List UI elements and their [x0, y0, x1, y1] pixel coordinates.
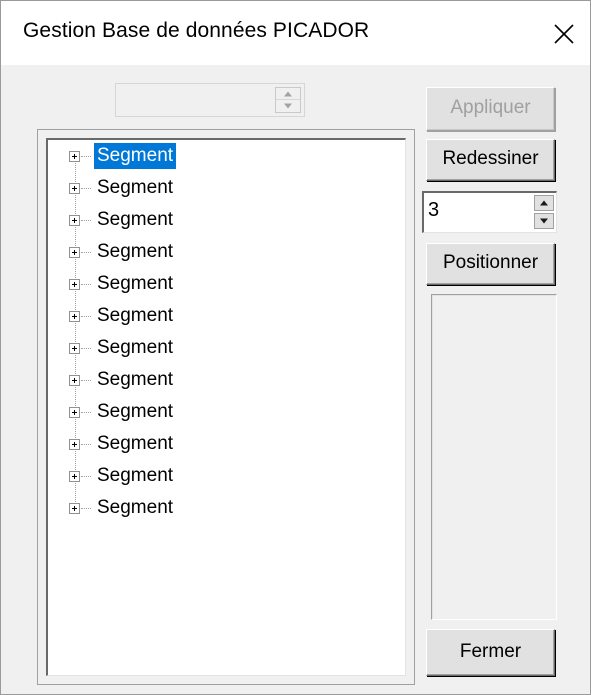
plus-box-icon[interactable]	[69, 503, 80, 514]
apply-button[interactable]: Appliquer	[426, 87, 555, 131]
tree-item-label[interactable]: Segment	[94, 463, 176, 489]
tree-connector	[81, 508, 91, 509]
tree-connector	[81, 188, 91, 189]
triangle-down-icon	[284, 103, 292, 109]
title-bar: Gestion Base de données PICADOR	[1, 1, 590, 65]
top-spin-down-button	[276, 100, 300, 112]
tree-item[interactable]: Segment	[48, 302, 348, 334]
plus-box-icon[interactable]	[69, 247, 80, 258]
position-spin-box[interactable]: 3	[422, 191, 557, 233]
tree-item-label[interactable]: Segment	[94, 431, 176, 457]
top-spin-up-button	[276, 88, 300, 100]
plus-box-icon[interactable]	[69, 279, 80, 290]
plus-box-icon[interactable]	[69, 407, 80, 418]
redraw-button[interactable]: Redessiner	[426, 139, 555, 181]
triangle-up-icon	[284, 91, 292, 96]
tree-connector	[81, 252, 91, 253]
plus-box-icon[interactable]	[69, 471, 80, 482]
close-icon	[554, 24, 574, 44]
tree-item[interactable]: Segment	[48, 206, 348, 238]
tree-connector	[81, 348, 91, 349]
plus-box-icon[interactable]	[69, 151, 80, 162]
position-spin-value[interactable]: 3	[428, 199, 439, 222]
tree-frame: Segment Segment Segment Segment Segment Segme…	[37, 129, 415, 685]
tree-item[interactable]: Segment	[48, 462, 348, 494]
tree-item[interactable]: Segment	[48, 398, 348, 430]
plus-box-icon[interactable]	[69, 375, 80, 386]
position-button[interactable]: Positionner	[426, 243, 555, 285]
tree-item[interactable]: Segment	[48, 270, 348, 302]
tree-item[interactable]: Segment	[48, 334, 348, 366]
tree-item[interactable]: Segment	[48, 366, 348, 398]
tree-item[interactable]: Segment	[48, 142, 348, 174]
position-spin-up-button[interactable]	[534, 195, 554, 211]
close-button[interactable]: Fermer	[426, 629, 555, 676]
triangle-down-icon	[540, 218, 548, 224]
tree-item[interactable]: Segment	[48, 430, 348, 462]
tree-connector	[81, 284, 91, 285]
tree-item[interactable]: Segment	[48, 174, 348, 206]
tree-item-label[interactable]: Segment	[94, 271, 176, 297]
top-spin-arrows	[275, 87, 301, 113]
tree-item-label[interactable]: Segment	[94, 335, 176, 361]
plus-box-icon[interactable]	[69, 343, 80, 354]
tree-item-label[interactable]: Segment	[94, 175, 176, 201]
tree-item-label[interactable]: Segment	[94, 367, 176, 393]
position-spin-arrows	[534, 195, 554, 229]
triangle-up-icon	[540, 200, 548, 206]
tree-connector	[81, 380, 91, 381]
tree-connector	[81, 156, 91, 157]
top-spin-box	[115, 83, 305, 117]
tree-item-label[interactable]: Segment	[94, 399, 176, 425]
plus-box-icon[interactable]	[69, 439, 80, 450]
tree-item[interactable]: Segment	[48, 494, 348, 526]
plus-box-icon[interactable]	[69, 311, 80, 322]
close-window-button[interactable]	[538, 1, 590, 65]
plus-box-icon[interactable]	[69, 215, 80, 226]
tree-item-label[interactable]: Segment	[94, 143, 177, 169]
dialog-window: Gestion Base de données PICADOR Segment S…	[0, 0, 591, 695]
tree-item-label[interactable]: Segment	[94, 207, 176, 233]
tree-item[interactable]: Segment	[48, 238, 348, 270]
tree-item-label[interactable]: Segment	[94, 239, 176, 265]
tree-item-label[interactable]: Segment	[94, 303, 176, 329]
position-spin-down-button[interactable]	[534, 213, 554, 229]
segment-tree-view[interactable]: Segment Segment Segment Segment Segment Segme…	[46, 138, 406, 676]
side-panel	[431, 294, 557, 620]
tree-connector	[81, 220, 91, 221]
tree-connector	[81, 316, 91, 317]
tree-connector	[81, 412, 91, 413]
plus-box-icon[interactable]	[69, 183, 80, 194]
tree-connector	[81, 444, 91, 445]
window-title: Gestion Base de données PICADOR	[23, 19, 370, 42]
tree-item-label[interactable]: Segment	[94, 495, 176, 521]
tree-connector	[81, 476, 91, 477]
